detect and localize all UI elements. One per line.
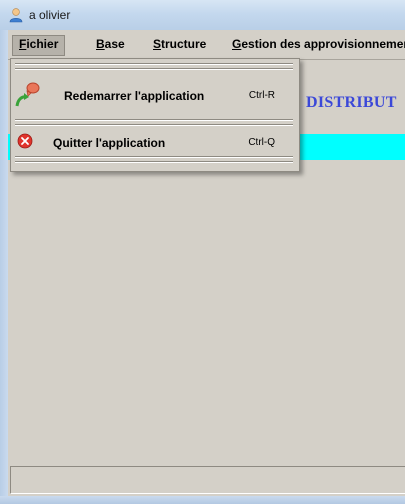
menu-separator <box>15 119 293 121</box>
menu-separator <box>15 124 293 126</box>
status-bar <box>10 466 405 494</box>
menu-separator <box>15 63 293 65</box>
window-title-bar[interactable]: a olivier <box>0 0 405 30</box>
menu-separator <box>15 68 293 70</box>
menu-separator <box>15 156 293 158</box>
menu-item-restart-shortcut: Ctrl-R <box>248 90 275 101</box>
window-frame-bottom <box>0 496 405 504</box>
menu-structure-label: Structure <box>153 37 207 51</box>
menu-fichier-label: Fichier <box>19 37 59 51</box>
menu-separator <box>15 161 293 163</box>
menu-base-label: Base <box>96 37 125 51</box>
user-app-icon <box>9 8 23 23</box>
menu-gestion-approvisionnements[interactable]: Gestion des approvisionnemen <box>226 35 405 54</box>
menu-item-quit[interactable]: Quitter l'application Ctrl-Q <box>13 131 297 153</box>
menu-item-quit-label: Quitter l'application <box>53 136 166 150</box>
menu-gestion-label: Gestion des approvisionnemen <box>232 37 405 51</box>
close-icon <box>17 133 33 149</box>
menu-fichier[interactable]: Fichier <box>12 35 66 56</box>
menu-bar: Fichier Base Structure Gestion des appro… <box>8 30 405 60</box>
menu-item-restart-label: Redemarrer l'application <box>64 89 205 103</box>
menu-item-quit-shortcut: Ctrl-Q <box>248 137 275 148</box>
menu-structure[interactable]: Structure <box>147 35 212 54</box>
page-heading: DISTRIBUT <box>306 94 397 111</box>
window-title: a olivier <box>29 8 71 22</box>
restart-icon <box>15 82 40 107</box>
menu-item-restart[interactable]: Redemarrer l'application Ctrl-R <box>13 77 297 117</box>
window-frame-left <box>0 30 8 504</box>
fichier-dropdown-menu: Redemarrer l'application Ctrl-R Quitter … <box>10 58 300 172</box>
menu-base[interactable]: Base <box>90 35 131 54</box>
